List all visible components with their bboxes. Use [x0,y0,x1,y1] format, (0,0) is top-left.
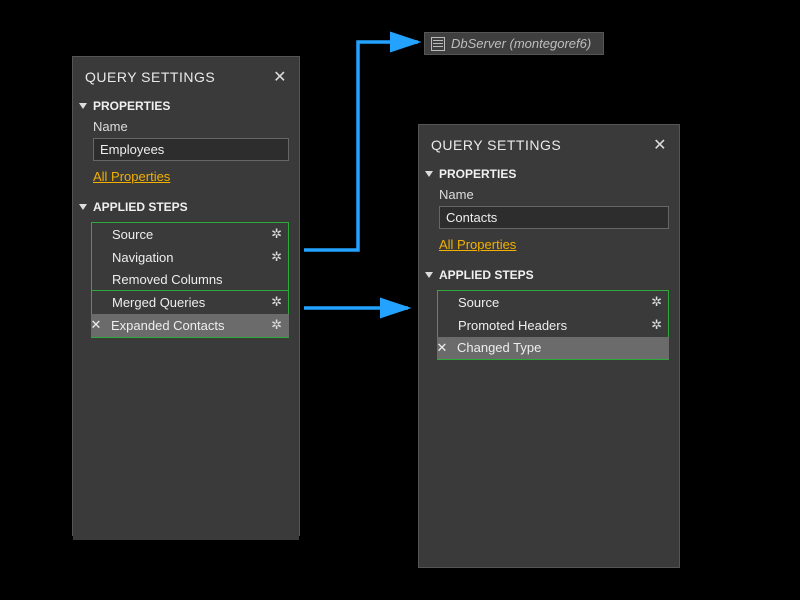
applied-steps-section: APPLIED STEPS Source ✲ Navigation ✲ Remo… [73,196,299,540]
arrow-source-to-dbserver [300,34,430,264]
applied-steps-section: APPLIED STEPS Source ✲ Promoted Headers … [419,264,679,562]
chevron-down-icon [79,204,87,210]
step-navigation[interactable]: Navigation ✲ [92,246,288,269]
step-changed-type[interactable]: ✕ Changed Type [437,337,669,359]
all-properties-link[interactable]: All Properties [419,233,516,258]
properties-header-label: PROPERTIES [439,167,516,181]
delete-step-icon[interactable]: ✕ [89,317,103,333]
properties-header[interactable]: PROPERTIES [73,95,299,117]
gear-icon[interactable]: ✲ [651,317,662,333]
applied-steps-header[interactable]: APPLIED STEPS [73,196,299,218]
applied-steps-header[interactable]: APPLIED STEPS [419,264,679,286]
panel-title: QUERY SETTINGS [85,69,215,85]
close-icon[interactable]: ✕ [273,67,287,87]
step-label: Expanded Contacts [111,318,271,333]
step-source[interactable]: Source ✲ [438,291,668,314]
dbserver-pill[interactable]: DbServer (montegoref6) [424,32,604,55]
name-label: Name [419,185,679,204]
step-label: Changed Type [457,340,662,355]
chevron-down-icon [425,272,433,278]
steps-empty-area [437,360,669,548]
gear-icon[interactable]: ✲ [271,249,282,265]
close-icon[interactable]: ✕ [653,135,667,155]
step-label: Merged Queries [112,295,271,310]
step-label: Promoted Headers [458,318,651,333]
arrow-merged-to-contacts [300,294,420,334]
step-label: Removed Columns [112,272,282,287]
name-input[interactable] [93,138,289,161]
properties-section: PROPERTIES Name All Properties [73,95,299,196]
query-settings-panel-left: QUERY SETTINGS ✕ PROPERTIES Name All Pro… [72,56,300,536]
panel-title-bar: QUERY SETTINGS ✕ [73,57,299,95]
name-label: Name [73,117,299,136]
step-removed-columns[interactable]: Removed Columns [92,269,288,291]
step-label: Source [112,227,271,242]
gear-icon[interactable]: ✲ [271,226,282,242]
gear-icon[interactable]: ✲ [271,294,282,310]
step-promoted-headers[interactable]: Promoted Headers ✲ [438,314,668,337]
step-merged-queries[interactable]: Merged Queries ✲ [92,291,288,314]
gear-icon[interactable]: ✲ [651,294,662,310]
database-icon [431,37,445,51]
applied-steps-header-label: APPLIED STEPS [439,268,534,282]
steps-empty-area [91,338,289,526]
step-expanded-contacts[interactable]: ✕ Expanded Contacts ✲ [91,314,289,337]
dbserver-label: DbServer (montegoref6) [451,36,591,51]
step-label: Navigation [112,250,271,265]
properties-header-label: PROPERTIES [93,99,170,113]
panel-title-bar: QUERY SETTINGS ✕ [419,125,679,163]
name-input[interactable] [439,206,669,229]
step-label: Source [458,295,651,310]
delete-step-icon[interactable]: ✕ [435,340,449,356]
query-settings-panel-right: QUERY SETTINGS ✕ PROPERTIES Name All Pro… [418,124,680,568]
steps-list: Source ✲ Promoted Headers ✲ ✕ Changed Ty… [437,290,669,360]
step-source[interactable]: Source ✲ [92,223,288,246]
chevron-down-icon [425,171,433,177]
steps-list: Source ✲ Navigation ✲ Removed Columns Me… [91,222,289,338]
panel-title: QUERY SETTINGS [431,137,561,153]
properties-section: PROPERTIES Name All Properties [419,163,679,264]
applied-steps-header-label: APPLIED STEPS [93,200,188,214]
chevron-down-icon [79,103,87,109]
all-properties-link[interactable]: All Properties [73,165,170,190]
properties-header[interactable]: PROPERTIES [419,163,679,185]
gear-icon[interactable]: ✲ [271,317,282,333]
